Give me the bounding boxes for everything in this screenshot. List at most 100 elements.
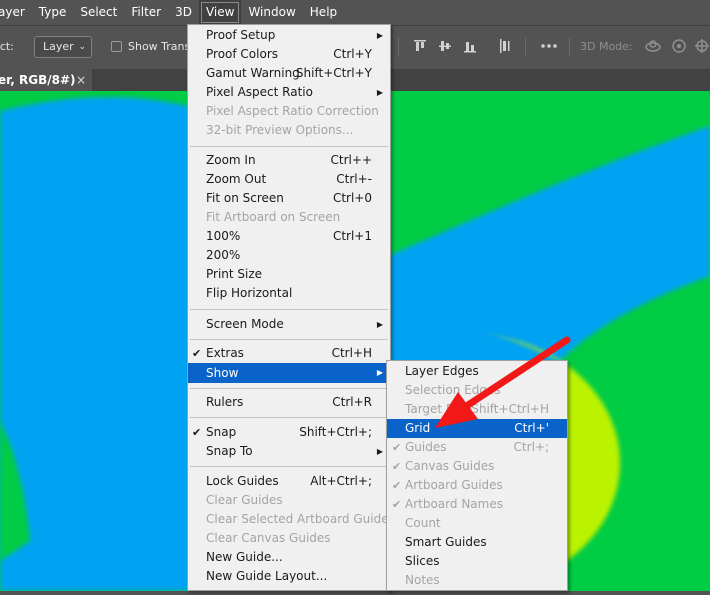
divider: [569, 38, 570, 56]
menu-item-label: Zoom Out: [206, 172, 267, 186]
menu-item-200-percent[interactable]: 200%: [188, 246, 390, 265]
menu-item-label: Snap To: [206, 444, 253, 458]
menu-item-shortcut: Ctrl+-: [336, 172, 372, 186]
menu-item-snap-to[interactable]: Snap To ▶: [188, 442, 390, 461]
document-tab[interactable]: er, RGB/8#) ×: [0, 69, 92, 91]
menu-item-shortcut: Ctrl++: [330, 153, 372, 167]
menu-item-shortcut: Shift+Ctrl+;: [299, 425, 372, 439]
checkmark-icon: ✔: [392, 460, 402, 473]
menu-layer[interactable]: ayer: [0, 0, 32, 25]
menu-item-zoom-in[interactable]: Zoom In Ctrl++: [188, 151, 390, 170]
menu-item-fit-artboard-on-screen: Fit Artboard on Screen: [188, 208, 390, 227]
menu-item-label: Clear Canvas Guides: [206, 531, 331, 545]
menu-item-show[interactable]: Show ▶: [188, 363, 390, 383]
menu-item-label: 32-bit Preview Options...: [206, 123, 354, 137]
checkmark-icon: ✔: [392, 498, 402, 511]
menu-separator: [190, 466, 388, 467]
align-vertical-center-icon[interactable]: [437, 36, 453, 56]
menu-item-label: Snap: [206, 425, 237, 439]
menu-item-flip-horizontal[interactable]: Flip Horizontal: [188, 284, 390, 303]
menu-item-extras[interactable]: ✔ Extras Ctrl+H: [188, 344, 390, 363]
menu-item-gamut-warning[interactable]: Gamut Warning Shift+Ctrl+Y: [188, 64, 390, 83]
layer-dropdown[interactable]: Layer ⌄: [34, 36, 92, 58]
submenu-item-target-path: Target Path Shift+Ctrl+H: [387, 400, 567, 419]
submenu-item-grid[interactable]: Grid Ctrl+': [387, 419, 567, 438]
submenu-item-count: Count: [387, 514, 567, 533]
menu-window[interactable]: Window: [241, 0, 302, 25]
menu-bar: ayer Type Select Filter 3D View Window H…: [0, 0, 710, 25]
menu-separator: [190, 388, 388, 389]
menu-item-label: Lock Guides: [206, 474, 279, 488]
menu-type[interactable]: Type: [32, 0, 74, 25]
menu-item-label: New Guide...: [206, 550, 283, 564]
menu-item-zoom-out[interactable]: Zoom Out Ctrl+-: [188, 170, 390, 189]
menu-item-label: Selection Edges: [405, 383, 501, 397]
menu-item-shortcut: Ctrl+1: [332, 229, 372, 243]
menu-item-snap[interactable]: ✔ Snap Shift+Ctrl+;: [188, 423, 390, 442]
menu-item-label: Fit on Screen: [206, 191, 284, 205]
checkmark-icon: ✔: [392, 479, 402, 492]
menu-filter[interactable]: Filter: [124, 0, 168, 25]
menu-item-pixel-aspect-ratio[interactable]: Pixel Aspect Ratio ▶: [188, 83, 390, 102]
layer-dropdown-value: Layer: [43, 40, 74, 53]
align-bottom-icon[interactable]: [462, 36, 478, 56]
show-transform-label: Show Trans: [128, 40, 191, 53]
menu-item-shortcut: Ctrl+Y: [333, 47, 372, 61]
menu-3d[interactable]: 3D: [168, 0, 199, 25]
submenu-item-guides: ✔ Guides Ctrl+;: [387, 438, 567, 457]
menu-item-label: Canvas Guides: [405, 459, 495, 473]
more-options-icon[interactable]: [540, 36, 558, 56]
submenu-arrow-icon: ▶: [376, 88, 383, 97]
menu-item-label: Screen Mode: [206, 317, 284, 331]
menu-item-lock-guides[interactable]: Lock Guides Alt+Ctrl+;: [188, 472, 390, 491]
menu-item-shortcut: Shift+Ctrl+H: [471, 402, 549, 416]
menu-help[interactable]: Help: [303, 0, 344, 25]
menu-item-label: Artboard Names: [405, 497, 503, 511]
menu-item-new-guide[interactable]: New Guide...: [188, 548, 390, 567]
orbit-3d-icon[interactable]: [643, 36, 663, 56]
submenu-item-artboard-guides: ✔ Artboard Guides: [387, 476, 567, 495]
menu-item-shortcut: Ctrl+0: [332, 191, 372, 205]
document-tab-title: er, RGB/8#): [0, 73, 76, 87]
show-transform-checkbox[interactable]: [111, 41, 122, 52]
show-submenu: Layer Edges Selection Edges Target Path …: [386, 360, 568, 591]
menu-item-label: Zoom In: [206, 153, 256, 167]
auto-select-label: lect:: [0, 40, 14, 53]
menu-item-rulers[interactable]: Rulers Ctrl+R: [188, 393, 390, 412]
3d-mode-label: 3D Mode:: [580, 40, 633, 53]
menu-item-label: 100%: [206, 229, 241, 243]
align-top-icon[interactable]: [412, 36, 428, 56]
menu-item-shortcut: Shift+Ctrl+Y: [295, 66, 372, 80]
roll-3d-icon[interactable]: [669, 36, 689, 56]
menu-item-fit-on-screen[interactable]: Fit on Screen Ctrl+0: [188, 189, 390, 208]
menu-item-screen-mode[interactable]: Screen Mode ▶: [188, 315, 390, 334]
menu-item-proof-setup[interactable]: Proof Setup ▶: [188, 26, 390, 45]
menu-item-label: Slices: [405, 554, 440, 568]
menu-item-100-percent[interactable]: 100% Ctrl+1: [188, 227, 390, 246]
menu-item-new-guide-layout[interactable]: New Guide Layout...: [188, 567, 390, 586]
submenu-arrow-icon: ▶: [376, 447, 383, 456]
submenu-item-selection-edges: Selection Edges: [387, 381, 567, 400]
align-left-icon[interactable]: [497, 36, 513, 56]
menu-item-label: Clear Guides: [206, 493, 283, 507]
menu-item-label: Proof Setup: [206, 28, 276, 42]
menu-item-label: Pixel Aspect Ratio Correction: [206, 104, 379, 118]
menu-item-label: Extras: [206, 346, 244, 360]
checkmark-icon: ✔: [192, 426, 202, 439]
pan-3d-icon[interactable]: [694, 36, 710, 56]
submenu-item-slices[interactable]: Slices: [387, 552, 567, 571]
menu-item-shortcut: Ctrl+;: [513, 440, 549, 454]
menu-item-label: Show: [206, 366, 239, 380]
menu-item-label: Artboard Guides: [405, 478, 503, 492]
menu-item-label: Proof Colors: [206, 47, 278, 61]
submenu-item-smart-guides[interactable]: Smart Guides: [387, 533, 567, 552]
menu-item-label: Clear Selected Artboard Guides: [206, 512, 395, 526]
close-icon[interactable]: ×: [76, 69, 86, 91]
menu-item-proof-colors[interactable]: Proof Colors Ctrl+Y: [188, 45, 390, 64]
menu-item-label: Smart Guides: [405, 535, 487, 549]
menu-item-label: Flip Horizontal: [206, 286, 293, 300]
menu-select[interactable]: Select: [73, 0, 124, 25]
menu-view[interactable]: View: [198, 0, 242, 25]
submenu-item-layer-edges[interactable]: Layer Edges: [387, 362, 567, 381]
menu-item-print-size[interactable]: Print Size: [188, 265, 390, 284]
